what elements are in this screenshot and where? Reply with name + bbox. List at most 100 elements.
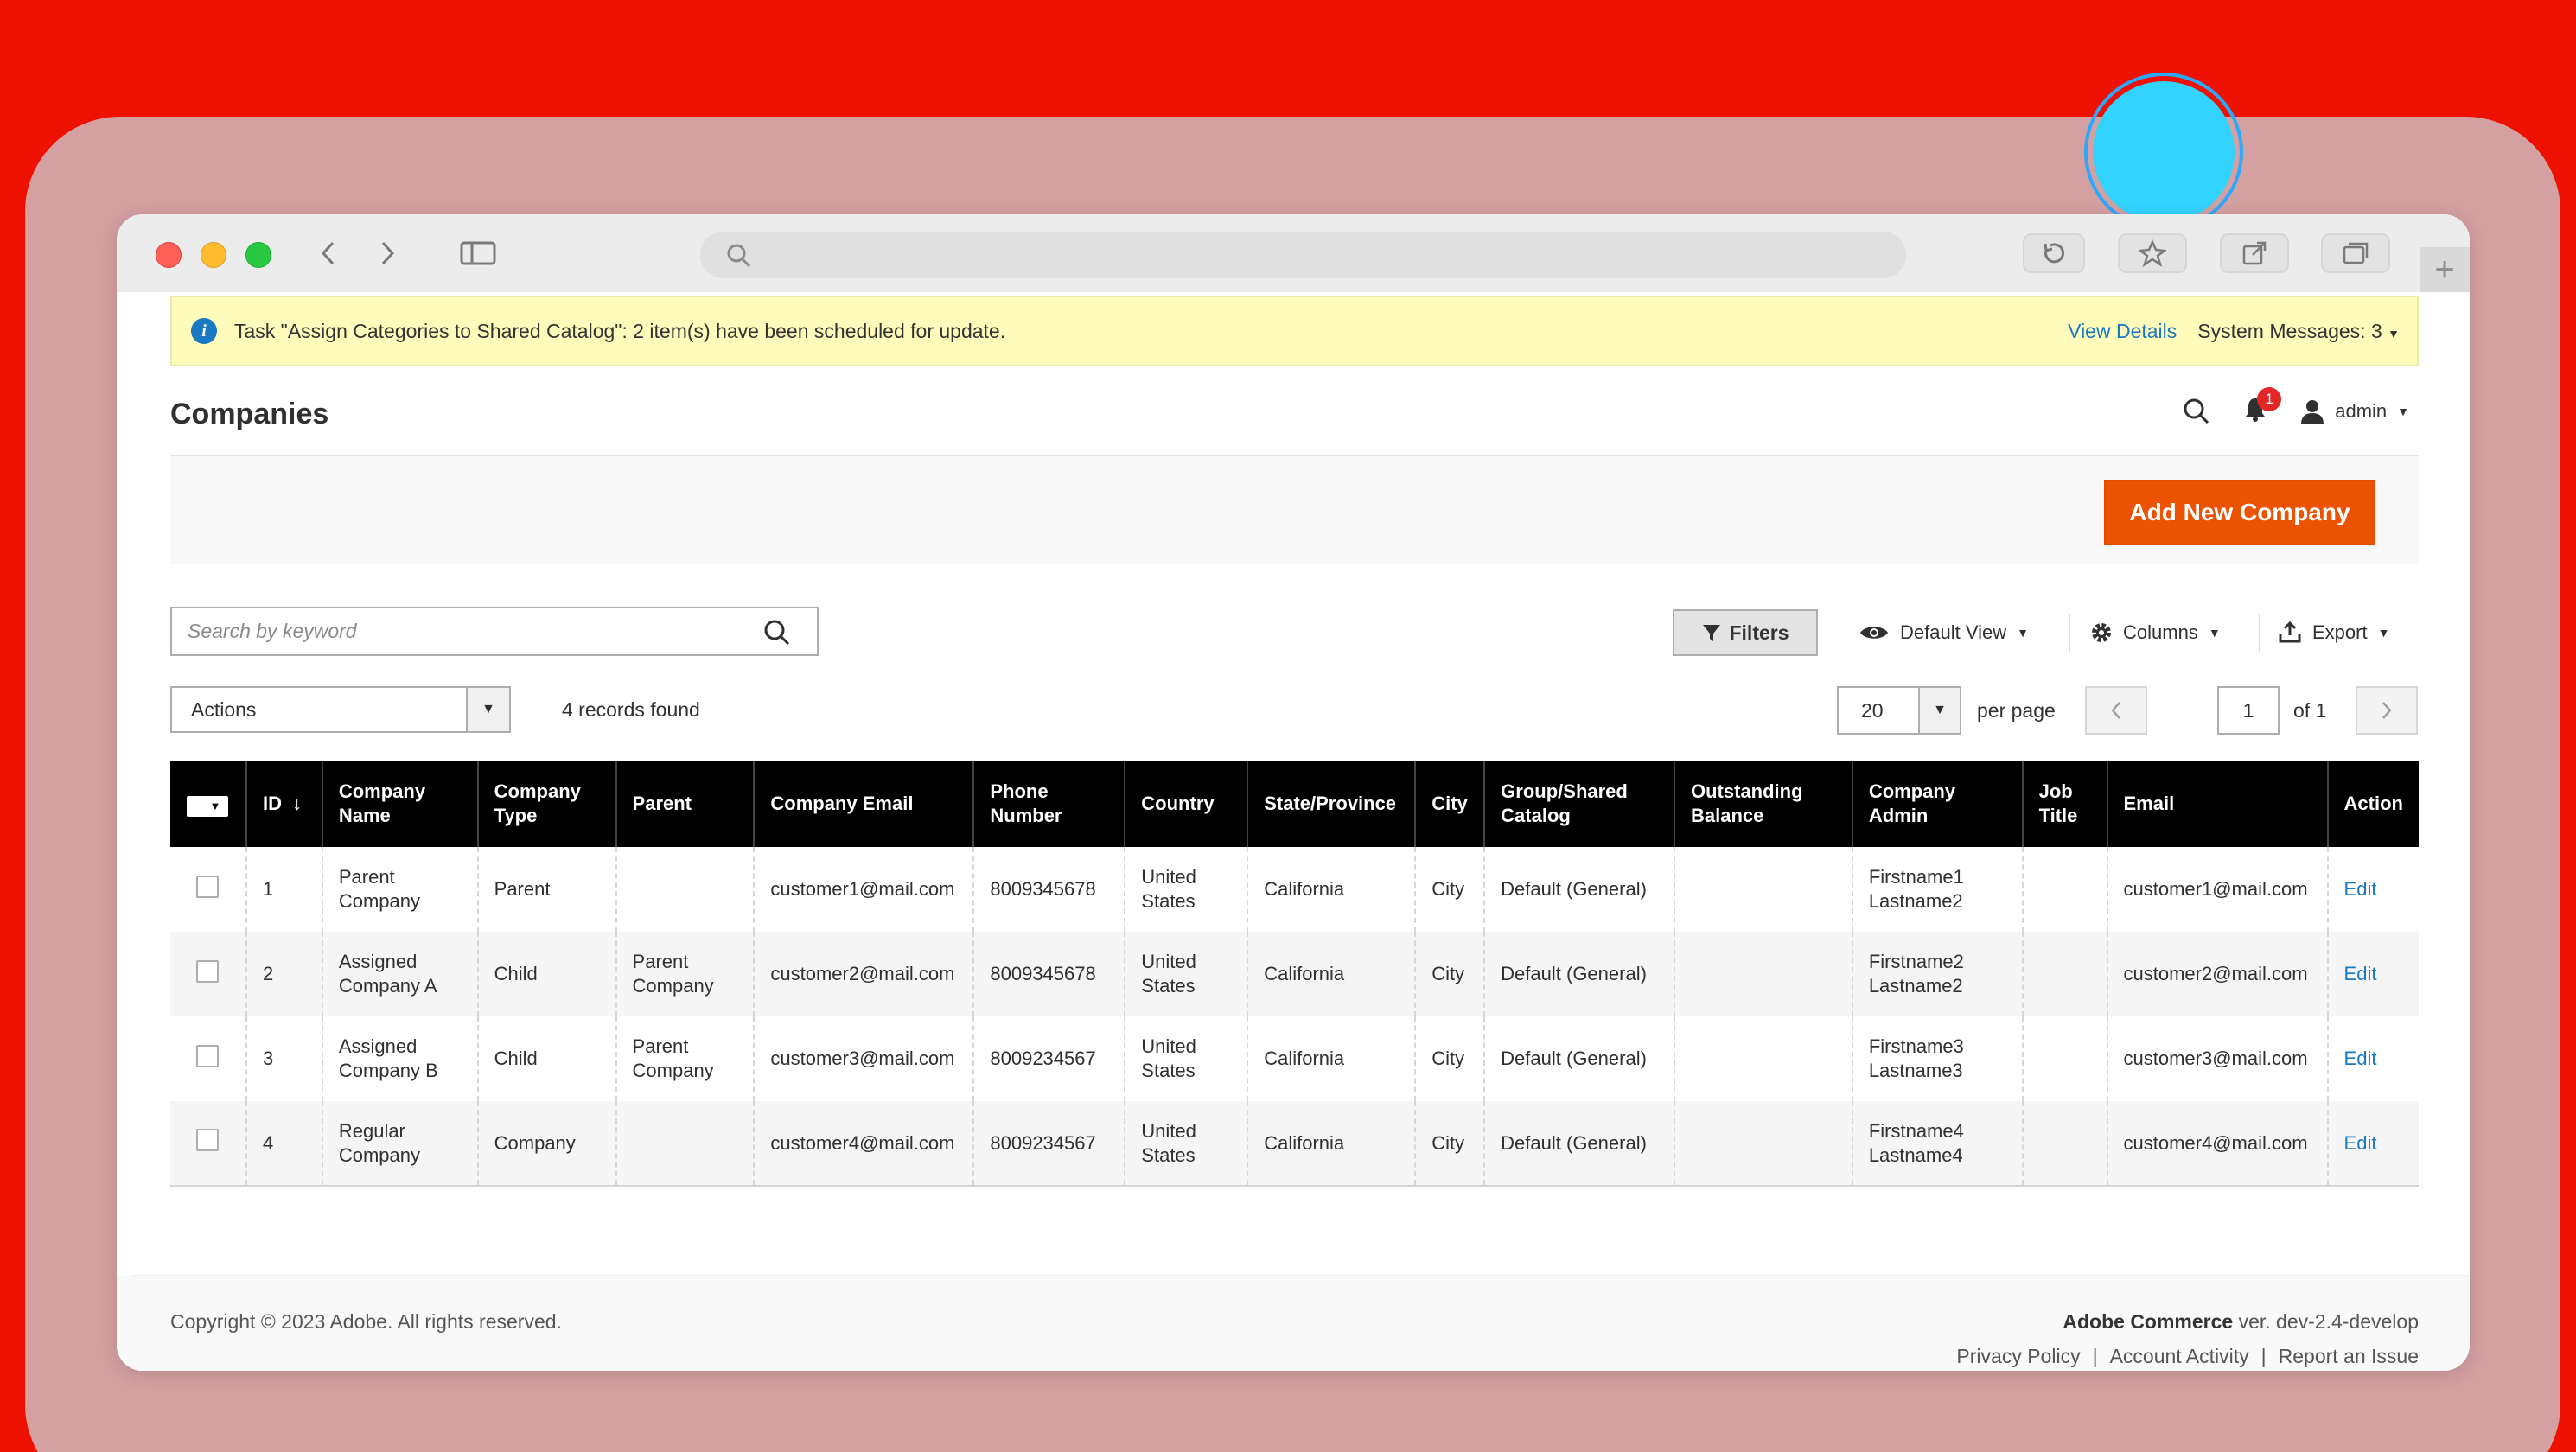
share-button[interactable] <box>2220 233 2289 273</box>
row-select-cell <box>170 1101 246 1187</box>
cell-text: Assigned <box>338 951 418 972</box>
cell-city: City <box>1414 932 1485 1016</box>
header-label: Company <box>1868 780 1956 802</box>
header-label: Group/Shared <box>1501 780 1628 802</box>
browser-titlebar: + <box>117 214 2470 292</box>
column-header-company-name[interactable]: Company Name <box>321 761 478 847</box>
system-messages-label: System Messages: 3 <box>2197 319 2382 342</box>
header-label: Number <box>990 805 1062 826</box>
cell-text: Firstname1 <box>1868 866 1964 888</box>
edit-link[interactable]: Edit <box>2344 878 2377 900</box>
address-bar[interactable] <box>700 232 1906 278</box>
cell-phone: 8009345678 <box>972 847 1125 932</box>
new-tab-button[interactable]: + <box>2420 247 2470 292</box>
cell-action: Edit <box>2326 847 2419 932</box>
share-icon <box>2242 241 2267 265</box>
column-header-company-type[interactable]: Company Type <box>476 761 616 847</box>
caret-down-icon: ▼ <box>209 799 221 812</box>
mass-select-column[interactable]: ▼ <box>170 761 246 847</box>
reload-button[interactable] <box>2023 233 2085 273</box>
table-row: 1 Parent Company Parent customer1@mail.co… <box>170 847 2419 932</box>
cell-id: 1 <box>245 847 322 932</box>
next-page-button[interactable] <box>2356 686 2418 735</box>
sidebar-toggle-button[interactable] <box>447 233 509 273</box>
forward-button[interactable] <box>361 233 413 273</box>
filters-button[interactable]: Filters <box>1673 609 1818 656</box>
cell-text: Firstname2 <box>1868 951 1964 972</box>
header-label: Catalog <box>1501 805 1571 826</box>
row-checkbox[interactable] <box>196 959 220 983</box>
cell-email: customer2@mail.com <box>2106 932 2328 1016</box>
privacy-policy-link[interactable]: Privacy Policy <box>1956 1345 2080 1368</box>
export-dropdown[interactable]: Export ▼ <box>2278 609 2389 656</box>
row-select-cell <box>170 1016 246 1101</box>
zoom-window-button[interactable] <box>245 242 271 268</box>
gear-icon <box>2092 623 2111 642</box>
row-checkbox[interactable] <box>196 875 220 898</box>
view-details-link[interactable]: View Details <box>2068 320 2177 343</box>
table-row: 2 Assigned Company A Child Parent Company … <box>170 932 2419 1016</box>
column-header-parent[interactable]: Parent <box>615 761 755 847</box>
export-label: Export <box>2312 621 2368 643</box>
column-header-phone[interactable]: Phone Number <box>972 761 1125 847</box>
cell-phone: 8009234567 <box>972 1016 1125 1101</box>
column-header-city[interactable]: City <box>1414 761 1485 847</box>
columns-dropdown[interactable]: Columns ▼ <box>2090 609 2221 656</box>
column-header-country[interactable]: Country <box>1124 761 1248 847</box>
tabs-overview-button[interactable] <box>2321 233 2390 273</box>
search-icon[interactable] <box>763 619 791 646</box>
system-notice-bar: i Task "Assign Categories to Shared Cata… <box>170 296 2419 366</box>
column-header-email[interactable]: Email <box>2106 761 2328 847</box>
edit-link[interactable]: Edit <box>2344 963 2377 984</box>
table-header-row: ▼ ID ↓ Company Name Company Type Parent Co… <box>170 761 2419 847</box>
columns-label: Columns <box>2123 621 2198 643</box>
report-issue-link[interactable]: Report an Issue <box>2279 1345 2419 1368</box>
page-actions-bar: Add New Company <box>170 456 2419 564</box>
cell-city: City <box>1414 847 1485 932</box>
system-messages-dropdown[interactable]: System Messages: 3 ▼ <box>2197 320 2400 343</box>
admin-page: i Task "Assign Categories to Shared Cata… <box>117 292 2470 1371</box>
browser-window: + i Task "Assign Categories to Shared Ca… <box>117 214 2470 1371</box>
bookmark-button[interactable] <box>2118 233 2187 273</box>
column-header-group[interactable]: Group/Shared Catalog <box>1483 761 1674 847</box>
edit-link[interactable]: Edit <box>2344 1132 2377 1154</box>
minimize-window-button[interactable] <box>201 242 226 268</box>
column-header-company-email[interactable]: Company Email <box>753 761 974 847</box>
version-text: Adobe Commerce ver. dev-2.4-develop <box>2063 1310 2419 1334</box>
row-checkbox[interactable] <box>196 1129 220 1151</box>
row-checkbox[interactable] <box>196 1044 220 1067</box>
previous-page-button[interactable] <box>2085 686 2147 735</box>
back-button[interactable] <box>303 233 354 273</box>
close-window-button[interactable] <box>156 242 182 268</box>
account-activity-link[interactable]: Account Activity <box>2110 1345 2249 1368</box>
user-menu[interactable]: admin ▼ <box>2300 398 2409 424</box>
per-page-select[interactable]: 20 ▼ <box>1837 686 1961 735</box>
mass-select-checkbox[interactable]: ▼ <box>187 795 229 817</box>
search-icon[interactable] <box>2183 398 2210 425</box>
cell-text: Company B <box>338 1060 438 1081</box>
cell-parent <box>615 847 755 932</box>
cell-id: 4 <box>245 1101 322 1187</box>
page-number-input[interactable]: 1 <box>2217 686 2280 735</box>
add-new-company-button[interactable]: Add New Company <box>2104 480 2375 545</box>
cell-phone: 8009345678 <box>972 932 1125 1016</box>
mass-actions-select[interactable]: Actions ▼ <box>170 686 511 733</box>
keyword-search-input[interactable]: Search by keyword <box>170 607 819 656</box>
view-dropdown[interactable]: Default View ▼ <box>1859 609 2029 656</box>
column-header-job-title[interactable]: Job Title <box>2021 761 2107 847</box>
page-total: of 1 <box>2293 699 2327 722</box>
user-name: admin <box>2335 400 2388 422</box>
header-label: ID <box>262 793 282 814</box>
column-header-id[interactable]: ID ↓ <box>245 761 322 847</box>
edit-link[interactable]: Edit <box>2344 1048 2377 1069</box>
notifications-button[interactable]: 1 <box>2243 387 2282 427</box>
cell-id: 2 <box>245 932 322 1016</box>
column-header-admin[interactable]: Company Admin <box>1851 761 2023 847</box>
cell-state: California <box>1247 1101 1416 1187</box>
view-label: Default View <box>1900 621 2007 643</box>
sidebar-icon <box>460 241 496 265</box>
actions-label: Actions <box>191 697 257 721</box>
caret-down-icon: ▼ <box>466 688 509 731</box>
column-header-balance[interactable]: Outstanding Balance <box>1674 761 1852 847</box>
column-header-state[interactable]: State/Province <box>1247 761 1416 847</box>
